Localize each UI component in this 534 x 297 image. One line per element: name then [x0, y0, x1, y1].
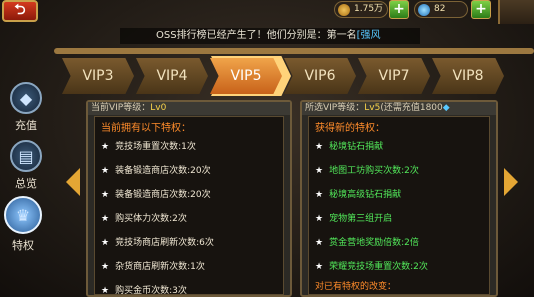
list-item-text: 竞技场重置次数:1次 [115, 142, 196, 152]
star-icon: ★ [101, 190, 110, 200]
diamond-icon: ◆ [10, 82, 42, 114]
top-bar: ⮌ 1.75万 + 82 + [0, 0, 534, 24]
list-item-text: 购买金币次数:3次 [115, 286, 187, 296]
add-gold-button[interactable]: + [389, 0, 409, 19]
list-item-text: 装备锻造商店次数:20次 [115, 190, 211, 200]
scroll-icon: ▤ [10, 140, 42, 172]
list-item: ★ 荣耀竞技场重置次数:2次 [315, 259, 428, 272]
nav-recharge[interactable]: ◆ 充值 [6, 82, 46, 133]
tab-vip7[interactable]: VIP7 [358, 58, 430, 94]
diamond-amount: 82 [434, 4, 446, 14]
list-item: ★ 地图工坊购买次数:2次 [315, 163, 419, 176]
prev-arrow-icon[interactable] [66, 168, 80, 196]
list-item-text: 地图工坊购买次数:2次 [329, 166, 419, 176]
next-arrow-icon[interactable] [504, 168, 518, 196]
list-item: ★ 竞技场重置次数:1次 [101, 139, 196, 152]
new-privileges-title: 获得新的特权： [315, 123, 385, 134]
selected-vip-panel: 所选VIP等级：Lv5(还需充值1800◆ 获得新的特权： ★ 秘境钻石捐献 ★ 地… [300, 100, 498, 297]
list-item: ★ 购买体力次数:2次 [101, 211, 187, 224]
list-item: ★ 杂货商店刷新次数:1次 [101, 259, 205, 272]
tab-vip4[interactable]: VIP4 [136, 58, 208, 94]
list-item-text: 杂货商店刷新次数:1次 [115, 262, 205, 272]
star-icon: ★ [315, 262, 324, 272]
nav-label: 充值 [15, 119, 37, 132]
current-privileges-title: 当前拥有以下特权： [101, 123, 191, 134]
current-vip-label: 当前VIP等级： [91, 103, 151, 113]
list-item: ★ 购买金币次数:3次 [101, 283, 187, 296]
diamond-icon: ◆ [442, 103, 450, 113]
tab-vip5[interactable]: VIP5 [210, 58, 282, 94]
list-item: ★ 秘境钻石捐献 [315, 139, 383, 152]
new-privileges-list: 获得新的特权： ★ 秘境钻石捐献 ★ 地图工坊购买次数:2次 ★ 秘境高级钻石捐献 ★… [308, 116, 490, 295]
diamond-icon [418, 4, 430, 16]
nav-privilege[interactable]: ♛ 特权 [3, 196, 43, 253]
list-item: ★ 装备锻造商店次数:20次 [101, 187, 211, 200]
star-icon: ★ [101, 286, 110, 296]
plus-icon: + [393, 1, 405, 17]
list-item-text: 秘境钻石捐献 [329, 142, 384, 152]
announcement-player-name: [强风 [356, 30, 381, 41]
gold-counter: 1.75万 [334, 1, 388, 18]
list-item-text: 装备锻造商店次数:20次 [115, 166, 211, 176]
list-item-text: 竞技场商店刷新次数:6次 [115, 238, 214, 248]
frame-top-border [54, 48, 534, 54]
vip-tabs: VIP3 VIP4 VIP5 VIP6 VIP7 VIP8 [62, 58, 530, 94]
tab-vip8[interactable]: VIP8 [432, 58, 504, 94]
selected-vip-header: 所选VIP等级：Lv5(还需充值1800◆ [302, 102, 496, 115]
gold-coin-icon [338, 4, 350, 16]
list-item: ★ 赏金营地奖励倍数:2倍 [315, 235, 419, 248]
star-icon: ★ [315, 166, 324, 176]
star-icon: ★ [101, 238, 110, 248]
list-item-text: 秘境高级钻石捐献 [329, 190, 402, 200]
nav-label: 特权 [12, 239, 34, 252]
corner-ornament [498, 0, 534, 24]
current-privileges-list: 当前拥有以下特权： ★ 竞技场重置次数:1次 ★ 装备锻造商店次数:20次 ★ 装备锻… [94, 116, 284, 296]
list-item: ★ 竞技场商店刷新次数:6次 [101, 235, 214, 248]
announcement-text: OSS排行榜已经产生了！他们分别是：第一名 [156, 30, 357, 41]
current-vip-panel: 当前VIP等级：Lv0 当前拥有以下特权： ★ 竞技场重置次数:1次 ★ 装备锻造商… [86, 100, 292, 297]
diamond-counter: 82 [414, 1, 468, 18]
list-item: ★ 宠物第三组开启 [315, 211, 392, 224]
list-item-text: 赏金营地奖励倍数:2倍 [329, 238, 419, 248]
add-diamond-button[interactable]: + [471, 0, 491, 19]
nav-overview[interactable]: ▤ 总览 [6, 140, 46, 191]
gold-amount: 1.75万 [354, 4, 384, 14]
list-item-text: 购买体力次数:2次 [115, 214, 187, 224]
star-icon: ★ [315, 190, 324, 200]
list-item: ★ 秘境高级钻石捐献 [315, 187, 401, 200]
current-vip-level: Lv0 [150, 103, 167, 113]
star-icon: ★ [101, 214, 110, 224]
back-button[interactable]: ⮌ [2, 0, 38, 22]
star-icon: ★ [315, 142, 324, 152]
tab-vip3[interactable]: VIP3 [62, 58, 134, 94]
plus-icon: + [475, 1, 487, 17]
tab-vip6[interactable]: VIP6 [284, 58, 356, 94]
list-item-text: 宠物第三组开启 [329, 214, 393, 224]
announcement-marquee: OSS排行榜已经产生了！他们分别是：第一名[强风 [120, 28, 420, 44]
back-arrow-icon: ⮌ [14, 2, 26, 18]
current-vip-header: 当前VIP等级：Lv0 [88, 102, 290, 115]
list-item-text: 荣耀竞技场重置次数:2次 [329, 262, 428, 272]
star-icon: ★ [101, 142, 110, 152]
privilege-changes-title: 对已有特权的改变： [315, 282, 397, 292]
star-icon: ★ [101, 262, 110, 272]
selected-vip-label: 所选VIP等级： [305, 103, 365, 113]
list-item: ★ 装备锻造商店次数:20次 [101, 163, 211, 176]
crown-icon: ♛ [4, 196, 42, 234]
star-icon: ★ [315, 214, 324, 224]
star-icon: ★ [101, 166, 110, 176]
selected-vip-level: Lv5 [364, 103, 381, 113]
nav-label: 总览 [15, 177, 37, 190]
recharge-needed-note: (还需充值1800 [380, 103, 443, 113]
star-icon: ★ [315, 238, 324, 248]
